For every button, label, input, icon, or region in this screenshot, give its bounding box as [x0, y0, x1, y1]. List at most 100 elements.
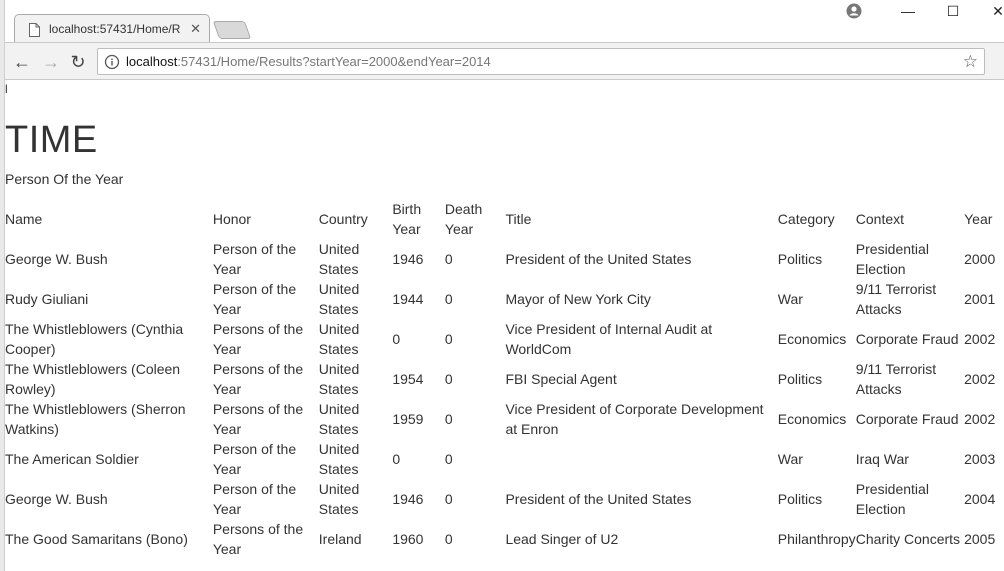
- table-cell: Persons of the: [213, 559, 319, 571]
- table-row: The Whistleblowers (Coleen Rowley) Person…: [5, 359, 1004, 399]
- table-cell: Lead Singer of U2: [505, 531, 619, 547]
- table-cell: Ireland: [318, 531, 362, 547]
- left-window-edge: [0, 0, 5, 571]
- table-cell: 2005: [964, 531, 996, 547]
- back-button[interactable]: ←: [11, 51, 33, 73]
- table-cell: 9/11 Terrorist Attacks: [855, 281, 937, 317]
- column-header: Death Year: [444, 201, 483, 237]
- table-cell: Politics: [777, 491, 823, 507]
- table-cell: Politics: [777, 371, 823, 387]
- table-cell: Vice President of Corporate Development …: [505, 401, 764, 437]
- table-cell: Person of the Year: [212, 281, 297, 317]
- table-cell: President of the United States: [505, 251, 692, 267]
- table-cell: United: [319, 559, 393, 571]
- page-subtitle: Person Of the Year: [5, 171, 124, 187]
- table-cell: Corporate Fraud: [855, 331, 959, 347]
- info-icon[interactable]: [104, 54, 120, 70]
- table-cell: 2002: [964, 371, 996, 387]
- table-cell: [778, 559, 856, 571]
- table-cell: 0: [444, 531, 453, 547]
- table-cell: Presidential Election: [855, 241, 929, 277]
- address-bar[interactable]: localhost:57431/Home/Results?startYear=2…: [97, 48, 985, 75]
- table-cell: Person of the Year: [212, 441, 297, 477]
- table-cell: 2003: [964, 451, 996, 467]
- table-cell: United States: [318, 281, 360, 317]
- table-cell: 1954: [392, 371, 424, 387]
- table-cell: 1959: [392, 411, 424, 427]
- table-cell: 9/11 Terrorist Attacks: [855, 361, 937, 397]
- table-cell: [856, 559, 964, 571]
- table-cell: 2004: [964, 491, 996, 507]
- table-cell: Iraq War: [855, 451, 909, 467]
- table-cell: 0: [444, 411, 453, 427]
- table-cell: 2001: [964, 291, 996, 307]
- table-row: George W. Bush Person of the Year United S…: [5, 479, 1004, 519]
- table-cell: 0: [444, 251, 453, 267]
- table-cell: Persons of the Year: [212, 521, 304, 557]
- table-cell: 0: [444, 491, 453, 507]
- table-row: The Good Samaritans (BillPersons of theU…: [5, 559, 1004, 571]
- table-cell: The Whistleblowers (Coleen Rowley): [5, 361, 181, 397]
- column-header: Country: [318, 211, 368, 227]
- table-cell: United States: [318, 241, 360, 277]
- brand-title: TIME: [5, 119, 98, 161]
- table-cell: 0: [444, 291, 453, 307]
- new-tab-button[interactable]: [212, 21, 252, 39]
- table-row: The Good Samaritans (Bono) Persons of the…: [5, 519, 1004, 559]
- column-header: Name: [5, 211, 43, 227]
- forward-button[interactable]: →: [40, 51, 62, 73]
- table-cell: Economics: [777, 331, 847, 347]
- table-cell: Persons of the Year: [212, 361, 304, 397]
- tab-strip: localhost:57431/Home/R ✕ — ☐ ✕: [0, 0, 1004, 44]
- table-cell: War: [777, 291, 803, 307]
- table-cell: The Whistleblowers (Sherron Watkins): [5, 401, 186, 437]
- table-cell: 2002: [964, 411, 996, 427]
- table-cell: 1946: [392, 251, 424, 267]
- column-header: Context: [855, 211, 905, 227]
- table-cell: Persons of the Year: [212, 321, 304, 357]
- table-cell: The Good Samaritans (Bono): [5, 531, 188, 547]
- table-cell: 0: [444, 371, 453, 387]
- column-header: Honor: [212, 211, 251, 227]
- table-cell: 0: [444, 451, 453, 467]
- browser-tab[interactable]: localhost:57431/Home/R ✕: [14, 14, 210, 44]
- close-window-button[interactable]: ✕: [976, 0, 1004, 22]
- table-cell: Vice President of Internal Audit at Worl…: [505, 321, 713, 357]
- maximize-button[interactable]: ☐: [931, 0, 975, 22]
- table-row: Rudy Giuliani Person of the Year United St…: [5, 279, 1004, 319]
- table-cell: [964, 559, 1004, 571]
- table-row: The American Soldier Person of the Year Un…: [5, 439, 1004, 479]
- results-table: Name Honor Country Birth Year Death Year…: [5, 199, 1004, 571]
- table-cell: The Good Samaritans (Bill: [5, 559, 213, 571]
- table-cell: 0: [444, 331, 453, 347]
- table-cell: Rudy Giuliani: [5, 291, 89, 307]
- table-cell: 0: [392, 331, 401, 347]
- table-header-row: Name Honor Country Birth Year Death Year…: [5, 199, 1004, 239]
- table-cell: War: [777, 451, 803, 467]
- table-cell: George W. Bush: [5, 251, 108, 267]
- reload-button[interactable]: ↻: [67, 51, 89, 73]
- table-cell: Philanthropy: [777, 531, 856, 547]
- table-cell: United States: [318, 441, 360, 477]
- table-cell: Person of the Year: [212, 241, 297, 277]
- table-cell: 2002: [964, 331, 996, 347]
- minimize-button[interactable]: —: [886, 0, 930, 22]
- table-cell: United States: [318, 321, 360, 357]
- page-icon: [29, 23, 40, 37]
- table-cell: President of the United States: [505, 491, 692, 507]
- table-cell: Person of the Year: [212, 481, 297, 517]
- table-cell: Presidential Election: [855, 481, 929, 517]
- table-cell: 1946: [392, 491, 424, 507]
- table-cell: [392, 559, 445, 571]
- profile-icon[interactable]: [846, 3, 862, 19]
- tab-close-icon[interactable]: ✕: [190, 21, 201, 37]
- table-cell: George W. Bush: [5, 491, 108, 507]
- table-cell: Politics: [777, 251, 823, 267]
- bookmark-star-icon[interactable]: ☆: [963, 52, 978, 72]
- table-cell: 0: [392, 451, 401, 467]
- table-cell: 1944: [392, 291, 424, 307]
- column-header: Title: [505, 211, 532, 227]
- table-row: The Whistleblowers (Cynthia Cooper) Perso…: [5, 319, 1004, 359]
- table-cell: United States: [318, 361, 360, 397]
- url-text[interactable]: localhost:57431/Home/Results?startYear=2…: [126, 54, 491, 69]
